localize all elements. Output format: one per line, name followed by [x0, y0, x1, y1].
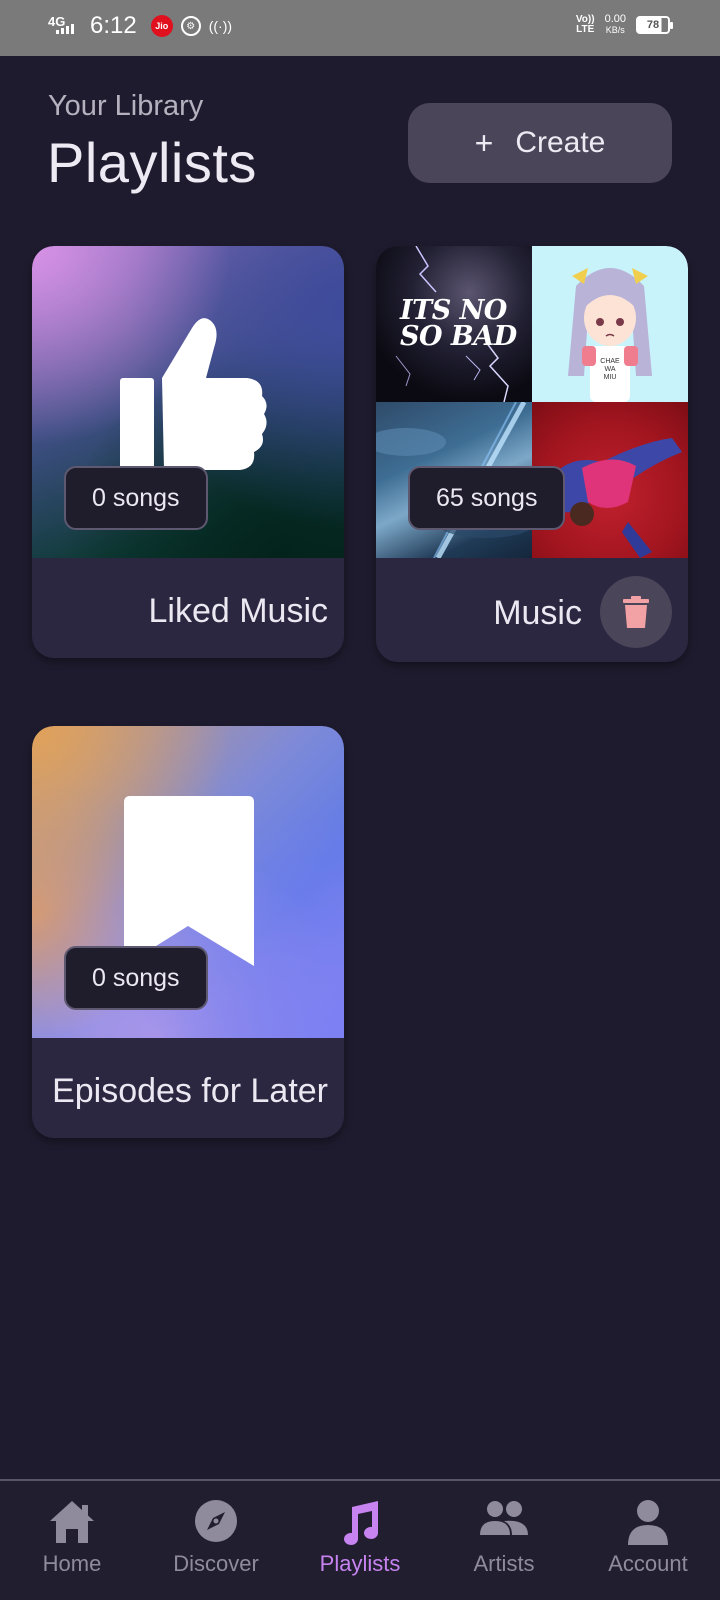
album-art-its-no-so-bad: ITS NO SO BAD	[376, 246, 532, 402]
volte-icon: Vo)) LTE	[576, 15, 595, 35]
data-saver-icon: ⚙	[180, 16, 201, 36]
battery-level: 78	[646, 19, 660, 31]
trash-icon	[623, 596, 649, 628]
playlist-card-liked-music[interactable]: 0 songs Liked Music	[32, 246, 344, 658]
playlist-cover: 0 songs	[32, 726, 344, 1038]
shirt-text-3: MIU	[603, 374, 617, 381]
nav-discover[interactable]: Discover	[144, 1481, 288, 1600]
nav-playlists[interactable]: Playlists	[288, 1481, 432, 1600]
bottom-navigation: Home Discover Playlists Artists Account	[0, 1479, 720, 1600]
delete-playlist-button[interactable]	[600, 576, 672, 648]
nav-label-home: Home	[42, 1551, 102, 1576]
cover-text-line2: SO BAD	[400, 321, 517, 352]
jio-icon: Jio	[150, 15, 173, 37]
nav-label-playlists: Playlists	[319, 1551, 401, 1576]
network-speed: 0.00 KB/s	[605, 14, 626, 36]
battery-icon: 78	[636, 16, 673, 34]
signal-icon: 4G	[48, 14, 82, 38]
nav-home[interactable]: Home	[0, 1481, 144, 1600]
nav-artists[interactable]: Artists	[432, 1481, 576, 1600]
nav-account[interactable]: Account	[576, 1481, 720, 1600]
plus-icon: +	[474, 124, 494, 161]
people-icon	[480, 1501, 528, 1535]
nav-label-discover: Discover	[173, 1551, 259, 1576]
playlist-card-music[interactable]: ITS NO SO BAD CHAE WA MIU 65 songs Music	[376, 246, 688, 662]
compass-icon	[195, 1500, 237, 1542]
album-art-anime-girl: CHAE WA MIU	[532, 246, 688, 402]
nav-label-artists: Artists	[473, 1551, 535, 1576]
music-note-icon	[344, 1501, 378, 1545]
page-title: Playlists	[47, 131, 257, 194]
playlist-name: Liked Music	[148, 592, 328, 630]
shirt-text-2: WA	[604, 366, 616, 373]
nav-label-account: Account	[608, 1551, 688, 1576]
song-count-badge: 65 songs	[408, 466, 566, 530]
playlist-name: Episodes for Later	[52, 1072, 328, 1110]
person-icon	[628, 1500, 668, 1545]
volte-bottom: LTE	[576, 24, 595, 35]
song-count-badge: 0 songs	[64, 466, 208, 530]
status-bar: 4G 6:12 Jio ⚙ ((·)) Vo)) LTE 0.00 KB/s 7…	[0, 0, 720, 56]
speed-value: 0.00	[604, 13, 626, 25]
speed-unit: KB/s	[605, 25, 625, 35]
clock: 6:12	[90, 12, 137, 39]
shirt-text-1: CHAE	[600, 358, 620, 365]
playlist-cover-collage: ITS NO SO BAD CHAE WA MIU 65 songs	[376, 246, 688, 558]
hotspot-icon: ((·))	[208, 18, 233, 34]
library-subtitle: Your Library	[48, 90, 204, 122]
playlist-name: Music	[493, 594, 582, 632]
playlist-cover: 0 songs	[32, 246, 344, 558]
create-playlist-button[interactable]: + Create	[408, 103, 672, 183]
song-count-badge: 0 songs	[64, 946, 208, 1010]
home-icon	[50, 1501, 94, 1543]
playlist-card-episodes-for-later[interactable]: 0 songs Episodes for Later	[32, 726, 344, 1138]
create-label: Create	[515, 126, 606, 159]
